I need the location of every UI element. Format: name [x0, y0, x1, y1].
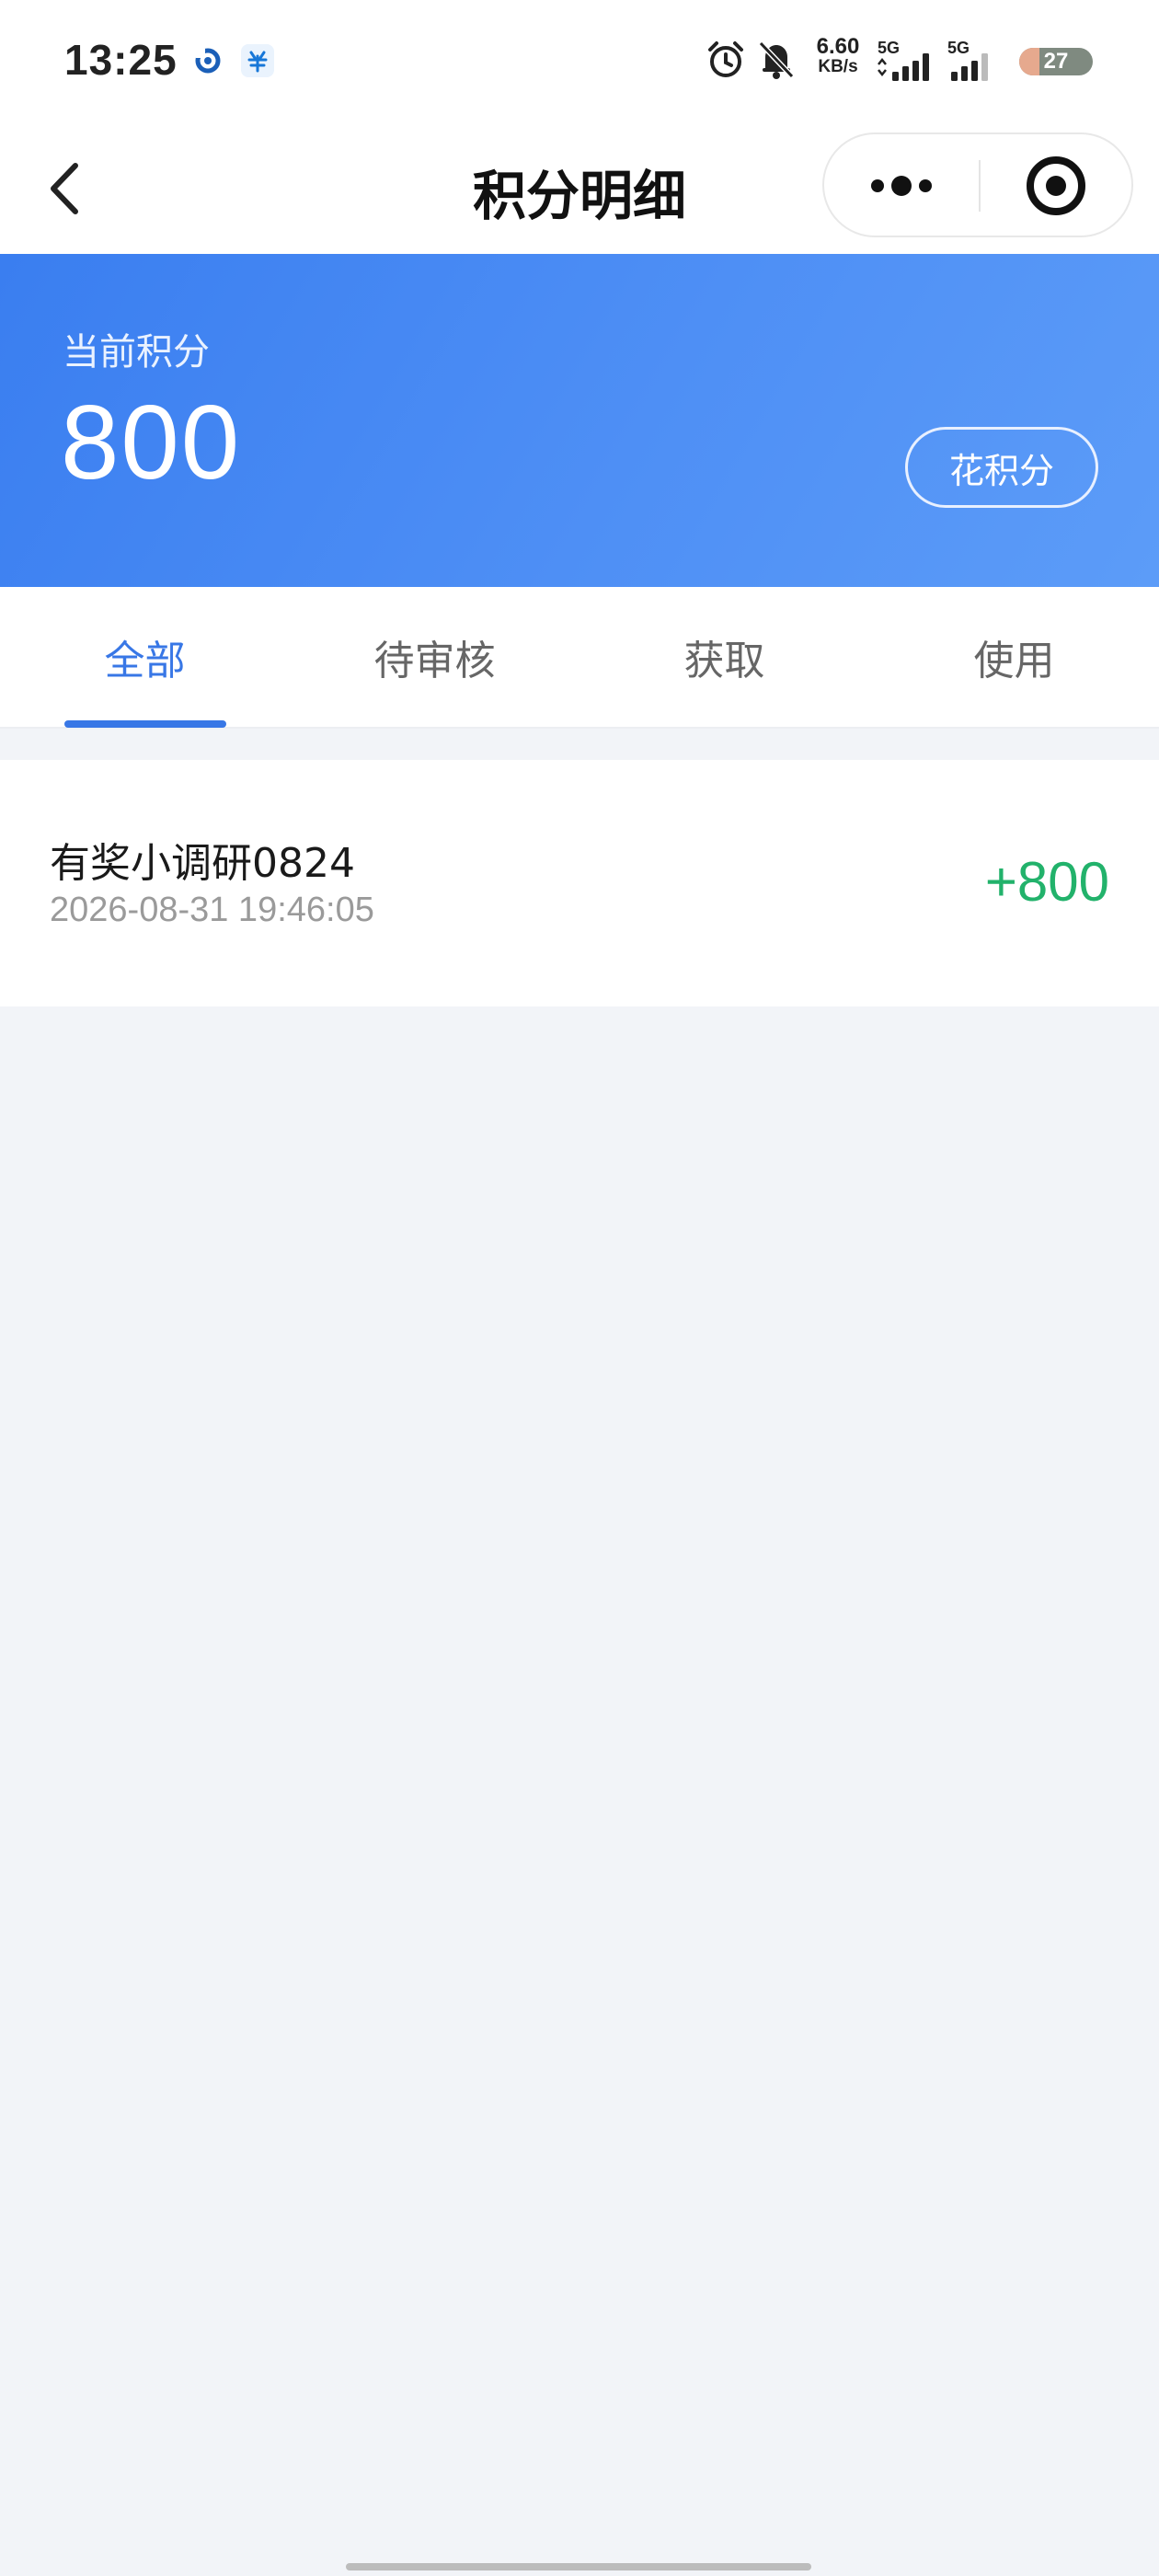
close-target-icon [1027, 156, 1085, 215]
status-time: 13:25 [64, 36, 178, 84]
tab-used[interactable]: 使用 [869, 587, 1159, 727]
bell-off-icon [756, 39, 797, 85]
network-speed-unit: KB/s [818, 57, 858, 76]
mini-program-capsule [822, 132, 1133, 237]
alarm-icon [705, 39, 747, 85]
more-dots-icon [871, 176, 932, 196]
app-notification-icon [241, 44, 274, 77]
record-time: 2026-08-31 19:46:05 [50, 891, 374, 929]
close-mini-program-button[interactable] [981, 134, 1133, 236]
more-button[interactable] [824, 134, 979, 236]
tab-pending[interactable]: 待审核 [290, 587, 580, 727]
record-title: 有奖小调研0824 [50, 840, 355, 887]
points-value: 800 [61, 385, 242, 501]
signal-icon [876, 50, 936, 86]
network-speed-value: 6.60 [816, 34, 860, 59]
tab-earned[interactable]: 获取 [580, 587, 869, 727]
status-bar: 13:25 6.60 KB/s 5G 5G 27 [0, 0, 1159, 123]
list-item[interactable]: 有奖小调研0824 2026-08-31 19:46:05 +800 [0, 760, 1159, 1006]
home-indicator[interactable] [346, 2563, 811, 2570]
points-summary-card: 当前积分 800 花积分 [0, 254, 1159, 587]
points-record-list: 有奖小调研0824 2026-08-31 19:46:05 +800 [0, 760, 1159, 1006]
tab-bar: 全部 待审核 获取 使用 [0, 587, 1159, 729]
spend-points-button[interactable]: 花积分 [905, 427, 1098, 508]
network-speed: 6.60 KB/s [809, 34, 866, 77]
nav-bar: 积分明细 [0, 123, 1159, 254]
battery-level: 27 [1043, 49, 1069, 74]
signal-icon [949, 50, 997, 86]
status-icons: 6.60 KB/s 5G 5G 27 [681, 33, 1159, 88]
record-amount: +800 [984, 851, 1109, 913]
app-notification-icon [191, 44, 224, 77]
battery-icon: 27 [1019, 48, 1093, 75]
points-label: 当前积分 [63, 331, 210, 374]
active-tab-indicator [64, 720, 226, 728]
tab-all[interactable]: 全部 [0, 587, 290, 727]
